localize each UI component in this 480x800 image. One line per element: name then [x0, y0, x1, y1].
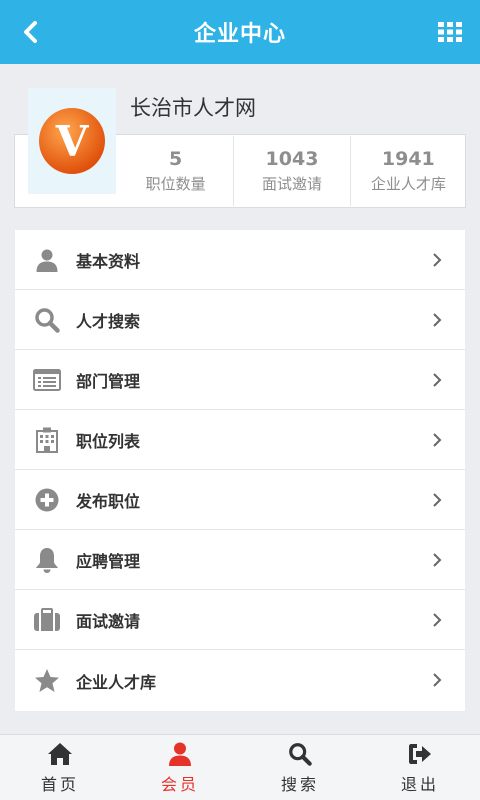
briefcase-icon	[32, 605, 62, 635]
menu-item-label: 职位列表	[76, 431, 141, 451]
logo-v-icon: V	[39, 108, 105, 174]
list-icon	[32, 365, 62, 395]
star-icon	[32, 666, 62, 696]
menu-item-talent-search[interactable]: 人才搜索	[15, 290, 465, 350]
menu-item-label: 部门管理	[76, 371, 141, 391]
user-icon	[32, 245, 62, 275]
tab-label: 退出	[400, 774, 439, 794]
menu-item-label: 应聘管理	[76, 551, 141, 571]
menu-item-applications[interactable]: 应聘管理	[15, 530, 465, 590]
chevron-right-icon	[431, 430, 443, 450]
stat-value: 1941	[381, 148, 435, 170]
menu-item-basic-info[interactable]: 基本资料	[15, 230, 465, 290]
plus-circle-icon	[32, 485, 62, 515]
back-button[interactable]	[10, 12, 50, 52]
chevron-right-icon	[431, 310, 443, 330]
menu-item-department[interactable]: 部门管理	[15, 350, 465, 410]
chevron-right-icon	[431, 610, 443, 630]
logout-icon	[407, 741, 433, 767]
grid-icon	[438, 22, 462, 42]
stat-value: 5	[169, 148, 183, 170]
stats-row: 5 职位数量 1043 面试邀请 1941 企业人才库	[118, 136, 466, 206]
menu-item-label: 面试邀请	[76, 611, 141, 631]
building-icon	[32, 425, 62, 455]
page-title: 企业中心	[193, 22, 286, 47]
chevron-right-icon	[431, 670, 443, 690]
tab-label: 搜索	[280, 774, 319, 794]
tab-label: 首页	[40, 774, 79, 794]
tab-logout[interactable]: 退出	[360, 735, 480, 800]
bottom-tab-bar: 首页 会员 搜索 退出	[0, 734, 480, 800]
menu-item-interview-invites[interactable]: 面试邀请	[15, 590, 465, 650]
stat-label: 企业人才库	[370, 175, 446, 193]
menu-item-label: 发布职位	[76, 491, 141, 511]
chevron-right-icon	[431, 490, 443, 510]
chevron-right-icon	[431, 250, 443, 270]
stat-value: 1043	[265, 148, 319, 170]
member-icon	[167, 741, 193, 767]
menu-item-job-list[interactable]: 职位列表	[15, 410, 465, 470]
stat-interviews[interactable]: 1043 面试邀请	[233, 136, 349, 206]
search-icon	[32, 305, 62, 335]
logo-letter: V	[55, 117, 90, 166]
stat-label: 面试邀请	[261, 175, 322, 193]
search-icon	[287, 741, 313, 767]
tab-member[interactable]: 会员	[120, 735, 240, 800]
header-bar: 企业中心	[0, 0, 480, 64]
menu-item-label: 企业人才库	[76, 672, 157, 692]
menu-item-label: 人才搜索	[76, 311, 141, 331]
menu-item-talent-pool[interactable]: 企业人才库	[15, 650, 465, 711]
bell-icon	[32, 545, 62, 575]
apps-menu-button[interactable]	[430, 12, 470, 52]
menu-item-label: 基本资料	[76, 251, 141, 271]
company-name: 长治市人才网	[130, 96, 256, 120]
chevron-left-icon	[24, 21, 37, 43]
stat-jobs[interactable]: 5 职位数量	[118, 136, 233, 206]
stat-talent-pool[interactable]: 1941 企业人才库	[349, 136, 466, 206]
tab-label: 会员	[160, 774, 199, 794]
menu-item-post-job[interactable]: 发布职位	[15, 470, 465, 530]
chevron-right-icon	[431, 370, 443, 390]
home-icon	[47, 741, 73, 767]
tab-search[interactable]: 搜索	[240, 735, 360, 800]
menu-list: 基本资料 人才搜索 部门管理 职位列表 发布职位 应聘管理 面试邀请 企业人才库	[15, 230, 465, 711]
chevron-right-icon	[431, 550, 443, 570]
company-logo[interactable]: V	[28, 88, 116, 194]
stat-label: 职位数量	[145, 175, 206, 193]
tab-home[interactable]: 首页	[0, 735, 120, 800]
